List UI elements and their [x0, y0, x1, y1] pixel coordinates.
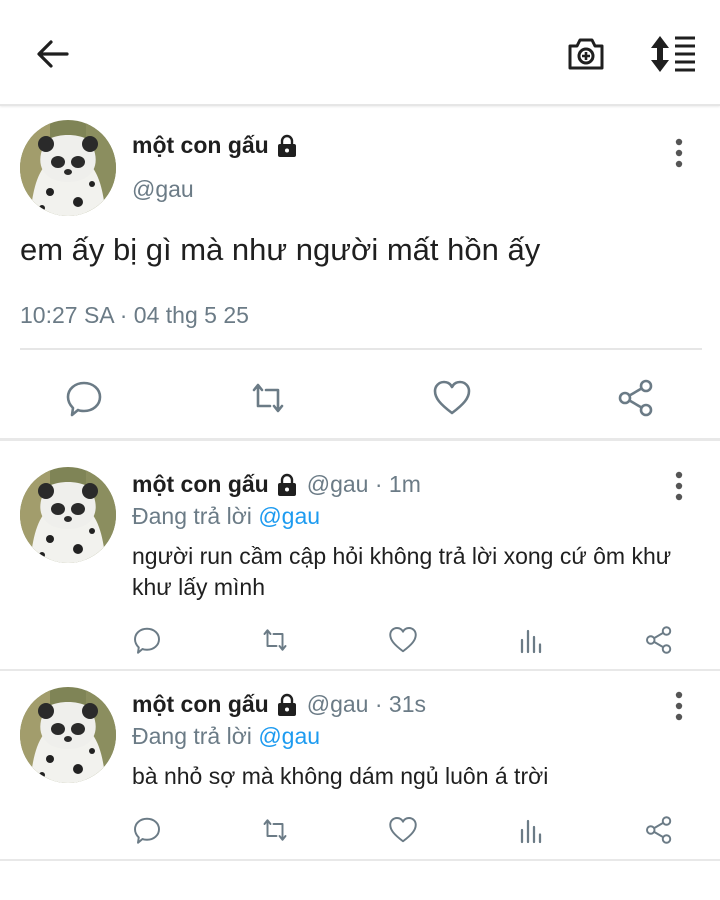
retweet-icon[interactable]	[260, 625, 290, 655]
main-tweet: một con gấu @gau em ấy bị gì mà như ngườ…	[0, 106, 720, 438]
avatar[interactable]	[20, 120, 116, 216]
tweet-text: người run cầm cập hỏi không trả lời xong…	[132, 543, 672, 600]
share-icon[interactable]	[644, 625, 674, 655]
reply-tweet: một con gấu @gau · 1m Đang trả lời @gau …	[0, 441, 720, 669]
author-name[interactable]: một con gấu	[132, 691, 269, 718]
mention-link[interactable]: @gau	[258, 503, 320, 529]
retweet-icon[interactable]	[260, 815, 290, 845]
replying-label: Đang trả lời	[132, 503, 252, 529]
like-icon[interactable]	[388, 625, 418, 655]
tweet-timestamp: 10:27 SA · 04 thg 5 25	[20, 302, 249, 328]
camera-plus-icon[interactable]	[562, 30, 610, 78]
author-handle[interactable]: @gau	[132, 176, 194, 203]
share-icon[interactable]	[616, 378, 656, 418]
replying-to: Đang trả lời @gau	[132, 503, 320, 530]
author-row: một con gấu	[132, 132, 299, 159]
more-options-icon[interactable]	[674, 691, 684, 726]
reply-tweet: một con gấu @gau · 31s Đang trả lời @gau…	[0, 671, 720, 859]
like-icon[interactable]	[388, 815, 418, 845]
lock-icon	[275, 693, 299, 717]
reply-icon[interactable]	[64, 378, 104, 418]
handle-and-time: @gau · 1m	[306, 471, 421, 497]
tweet-actions	[0, 350, 720, 440]
replying-to: Đang trả lời @gau	[132, 723, 320, 750]
share-icon[interactable]	[644, 815, 674, 845]
top-app-bar	[0, 0, 720, 106]
like-icon[interactable]	[432, 378, 472, 418]
author-row: một con gấu @gau · 1m	[132, 471, 421, 498]
mention-link[interactable]: @gau	[258, 723, 320, 749]
author-name[interactable]: một con gấu	[132, 132, 269, 159]
reply-icon[interactable]	[132, 625, 162, 655]
reply-icon[interactable]	[132, 815, 162, 845]
lock-icon	[275, 473, 299, 497]
avatar[interactable]	[20, 467, 116, 563]
sort-list-icon[interactable]	[648, 30, 700, 78]
tweet-text: em ấy bị gì mà như người mất hồn ấy	[20, 232, 541, 267]
section-divider	[0, 859, 720, 861]
replying-label: Đang trả lời	[132, 723, 252, 749]
more-options-icon[interactable]	[674, 138, 684, 173]
stats-icon[interactable]	[516, 815, 546, 845]
author-name[interactable]: một con gấu	[132, 471, 269, 498]
retweet-icon[interactable]	[248, 378, 288, 418]
handle-and-time: @gau · 31s	[306, 691, 426, 717]
more-options-icon[interactable]	[674, 471, 684, 506]
avatar[interactable]	[20, 687, 116, 783]
author-row: một con gấu @gau · 31s	[132, 691, 426, 718]
arrow-left-icon[interactable]	[28, 30, 76, 78]
stats-icon[interactable]	[516, 625, 546, 655]
lock-icon	[275, 134, 299, 158]
tweet-text: bà nhỏ sợ mà không dám ngủ luôn á trời	[132, 763, 549, 789]
